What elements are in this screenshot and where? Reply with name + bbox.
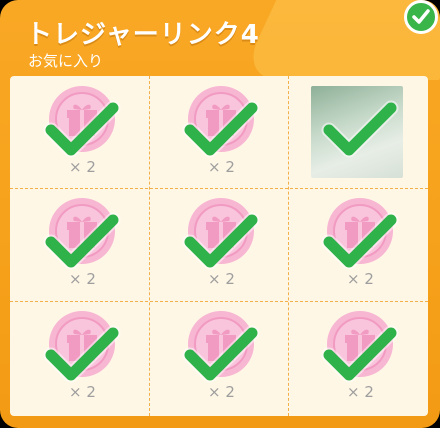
grid-divider	[10, 301, 428, 302]
reward-count: × 2	[208, 158, 235, 176]
reward-count: × 2	[208, 383, 235, 401]
grid-divider	[10, 188, 428, 189]
reward-count: × 2	[208, 270, 235, 288]
reward-cell[interactable]: × 2	[11, 78, 149, 188]
check-mark-icon	[43, 212, 121, 272]
check-mark-icon	[182, 325, 260, 385]
reward-count: × 2	[69, 158, 96, 176]
check-mark-icon	[321, 100, 399, 160]
reward-cell[interactable]: × 2	[11, 303, 149, 413]
page-title: トレジャーリンク4	[26, 20, 260, 50]
check-mark-icon	[321, 325, 399, 385]
reward-count: × 2	[347, 270, 374, 288]
check-circle-icon	[404, 0, 438, 34]
check-mark-icon	[43, 100, 121, 160]
reward-cell[interactable]: × 2	[11, 190, 149, 300]
reward-cell[interactable]: × 2	[150, 303, 288, 413]
reward-grid: × 2 × 2 × 2 × 2 × 2 × 2 × 2 × 2	[10, 76, 428, 416]
check-mark-icon	[43, 325, 121, 385]
page-subtitle: お気に入り	[28, 52, 104, 70]
reward-cell[interactable]: × 2	[289, 303, 427, 413]
check-mark-icon	[321, 212, 399, 272]
reward-count: × 2	[69, 383, 96, 401]
panel-header: トレジャーリンク4 お気に入り	[0, 0, 440, 80]
reward-cell[interactable]: × 2	[150, 190, 288, 300]
treasure-link-panel: トレジャーリンク4 お気に入り × 2 × 2 × 2 × 2 × 2 × 2 …	[0, 0, 440, 428]
reward-cell[interactable]	[289, 78, 427, 188]
check-mark-icon	[182, 100, 260, 160]
reward-cell[interactable]: × 2	[150, 78, 288, 188]
reward-count: × 2	[69, 270, 96, 288]
check-mark-icon	[182, 212, 260, 272]
reward-cell[interactable]: × 2	[289, 190, 427, 300]
reward-count: × 2	[347, 383, 374, 401]
